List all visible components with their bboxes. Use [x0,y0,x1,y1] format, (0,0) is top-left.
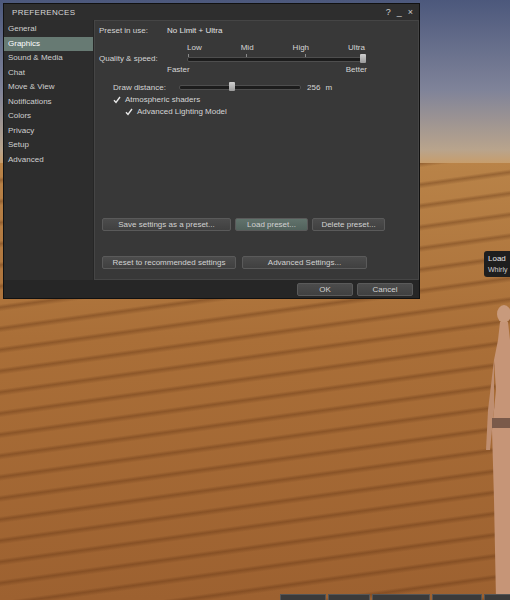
tick-mark [188,54,189,57]
bottom-toolbar [280,594,510,600]
sidebar: GeneralGraphicsSound & MediaChatMove & V… [4,20,93,280]
faster-label: Faster [167,65,190,74]
toolbar-button[interactable] [432,594,482,600]
sidebar-item[interactable]: Privacy [4,124,93,139]
preferences-window: PREFERENCES? _ × GeneralGraphicsSound & Med… [3,3,420,299]
quality-tick-label: High [293,43,309,52]
check-icon [125,108,133,116]
sidebar-item[interactable]: General [4,22,93,37]
sidebar-item[interactable]: Advanced [4,153,93,168]
toolbar-button[interactable] [280,594,326,600]
footer-button[interactable]: OK [297,283,353,296]
quality-slider-block: Low Mid High Ultra Faster Better [167,43,367,74]
quality-tick-label: Low [187,43,202,52]
quality-ticks: Low Mid High Ultra [167,43,367,52]
checkbox-row[interactable]: Advanced Lighting Model [99,107,414,116]
draw-distance-row: Draw distance: 256 m [99,83,414,92]
quality-label: Quality & speed: [99,54,167,63]
checkbox-label: Atmospheric shaders [125,95,200,104]
tick-mark [305,54,306,57]
toolbar-button[interactable] [372,594,430,600]
preset-buttons: Save settings as a preset... Load preset.… [99,218,414,231]
preset-value: No Limit + Ultra [167,26,222,35]
checkbox[interactable] [125,108,133,116]
settings-button[interactable]: Advanced Settings... [242,256,367,269]
title-bar[interactable]: PREFERENCES? _ × [4,4,419,20]
window-body: GeneralGraphicsSound & MediaChatMove & V… [4,20,419,280]
sidebar-item[interactable]: Chat [4,66,93,81]
window-control[interactable]: _ [397,7,402,17]
sidebar-item[interactable]: Colors [4,109,93,124]
toolbar-button[interactable] [328,594,370,600]
preset-label: Preset in use: [99,26,167,35]
sidebar-item[interactable]: Sound & Media [4,51,93,66]
toolbar-button[interactable] [484,594,510,600]
preset-button[interactable]: Load preset... [235,218,308,231]
draw-distance-label: Draw distance: [113,83,179,92]
tick-mark [246,54,247,57]
quality-tick-label: Mid [241,43,254,52]
tooltip: LoadWhirly [484,251,510,277]
settings-buttons: Reset to recommended settings Advanced Se… [99,256,414,269]
draw-distance-slider[interactable] [179,85,301,90]
sidebar-item[interactable]: Setup [4,138,93,153]
checkbox[interactable] [113,96,121,104]
slider-knob[interactable] [360,54,366,63]
slider-knob[interactable] [229,82,235,91]
avatar-icon [474,300,510,600]
quality-tick-label: Ultra [348,43,365,52]
preset-row: Preset in use:No Limit + Ultra [99,26,414,35]
window-controls: ? _ × [386,7,413,17]
settings-button[interactable]: Reset to recommended settings [102,256,236,269]
preset-button[interactable]: Delete preset... [312,218,385,231]
sidebar-item[interactable]: Notifications [4,95,93,110]
better-label: Better [346,65,367,74]
sidebar-item[interactable]: Graphics [4,37,93,52]
quality-end-labels: Faster Better [167,65,367,74]
window-control[interactable]: ? [386,7,391,17]
checkbox-row[interactable]: Atmospheric shaders [99,95,414,104]
quality-slider[interactable] [187,57,364,62]
sidebar-item[interactable]: Move & View [4,80,93,95]
check-icon [113,96,121,104]
draw-distance-reading: 256 m [307,83,332,92]
footer: OK Cancel [4,280,419,296]
footer-button[interactable]: Cancel [357,283,413,296]
quality-row: Quality & speed: Low Mid High Ultra Faster Bet… [99,43,414,74]
checkbox-label: Advanced Lighting Model [137,107,227,116]
window-title: PREFERENCES [12,8,75,17]
preset-button[interactable]: Save settings as a preset... [102,218,231,231]
graphics-panel: Preset in use:No Limit + Ultra Quality & … [94,20,419,280]
window-control[interactable]: × [408,7,413,17]
desert-scene: LoadWhirlyPREFERENCES?_×GeneralGraphicsS… [0,0,510,600]
